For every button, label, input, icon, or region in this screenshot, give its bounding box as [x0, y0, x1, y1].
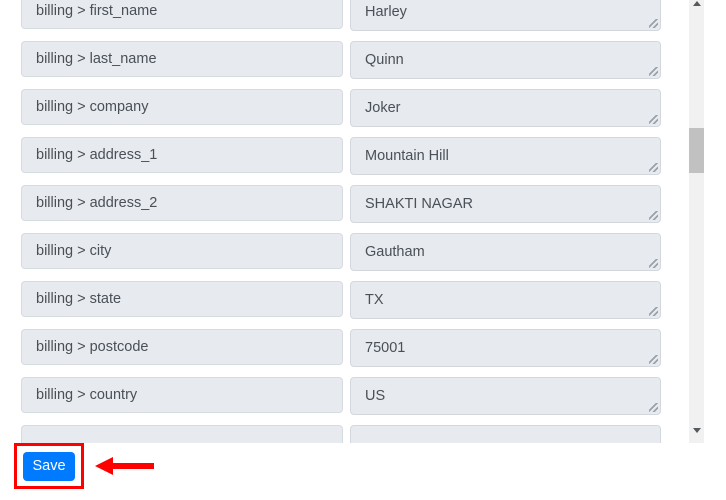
mapping-rows-container: billing > first_name Harley billing > la… — [0, 0, 683, 443]
value-field-cell: Harley — [343, 0, 683, 31]
chevron-down-icon — [692, 428, 701, 433]
value-field-textarea[interactable]: Mountain Hill — [350, 137, 661, 175]
source-field-cell: billing > company — [0, 89, 343, 125]
source-field-cell — [0, 425, 343, 443]
value-field-textarea[interactable]: TX — [350, 281, 661, 319]
value-field-cell: Mountain Hill — [343, 137, 683, 175]
source-field-cell: billing > country — [0, 377, 343, 413]
source-field-cell: billing > city — [0, 233, 343, 269]
mapping-row: billing > last_name Quinn — [0, 41, 683, 89]
source-field-cell: billing > address_2 — [0, 185, 343, 221]
source-field-input[interactable]: billing > address_1 — [21, 137, 343, 173]
source-field-cell: billing > state — [0, 281, 343, 317]
source-field-input[interactable]: billing > first_name — [21, 0, 343, 29]
source-field-input[interactable]: billing > company — [21, 89, 343, 125]
mapping-row: billing > address_2 SHAKTI NAGAR — [0, 185, 683, 233]
source-field-input[interactable] — [21, 425, 343, 443]
scroll-down-button[interactable] — [689, 423, 704, 438]
mapping-row: billing > company Joker — [0, 89, 683, 137]
mapping-row: billing > address_1 Mountain Hill — [0, 137, 683, 185]
mapping-row: billing > postcode 75001 — [0, 329, 683, 377]
scroll-up-button[interactable] — [689, 0, 704, 11]
value-field-cell — [343, 425, 683, 443]
mapping-row: billing > city Gautham — [0, 233, 683, 281]
source-field-input[interactable]: billing > country — [21, 377, 343, 413]
mapping-row: billing > state TX — [0, 281, 683, 329]
value-field-textarea[interactable]: 75001 — [350, 329, 661, 367]
panel-scrollbar[interactable] — [689, 0, 704, 443]
chevron-up-icon — [692, 1, 701, 6]
source-field-input[interactable]: billing > state — [21, 281, 343, 317]
value-field-textarea[interactable] — [350, 425, 661, 443]
source-field-cell: billing > postcode — [0, 329, 343, 365]
value-field-cell: SHAKTI NAGAR — [343, 185, 683, 223]
value-field-cell: TX — [343, 281, 683, 319]
value-field-cell: 75001 — [343, 329, 683, 367]
mapping-row: billing > first_name Harley — [0, 0, 683, 41]
value-field-textarea[interactable]: Gautham — [350, 233, 661, 271]
value-field-textarea[interactable]: Quinn — [350, 41, 661, 79]
source-field-cell: billing > address_1 — [0, 137, 343, 173]
mapping-row: billing > country US — [0, 377, 683, 425]
source-field-input[interactable]: billing > city — [21, 233, 343, 269]
value-field-textarea[interactable]: Harley — [350, 0, 661, 31]
left-arrow-annotation — [95, 457, 154, 475]
value-field-textarea[interactable]: Joker — [350, 89, 661, 127]
scrollbar-thumb[interactable] — [689, 128, 704, 173]
value-field-cell: Joker — [343, 89, 683, 127]
save-button[interactable]: Save — [23, 452, 75, 481]
source-field-cell: billing > last_name — [0, 41, 343, 77]
value-field-cell: US — [343, 377, 683, 415]
source-field-cell: billing > first_name — [0, 0, 343, 29]
source-field-input[interactable]: billing > postcode — [21, 329, 343, 365]
mapping-row — [0, 425, 683, 443]
value-field-textarea[interactable]: SHAKTI NAGAR — [350, 185, 661, 223]
value-field-cell: Quinn — [343, 41, 683, 79]
value-field-cell: Gautham — [343, 233, 683, 271]
source-field-input[interactable]: billing > last_name — [21, 41, 343, 77]
source-field-input[interactable]: billing > address_2 — [21, 185, 343, 221]
value-field-textarea[interactable]: US — [350, 377, 661, 415]
field-mapping-panel[interactable]: billing > first_name Harley billing > la… — [0, 0, 726, 443]
